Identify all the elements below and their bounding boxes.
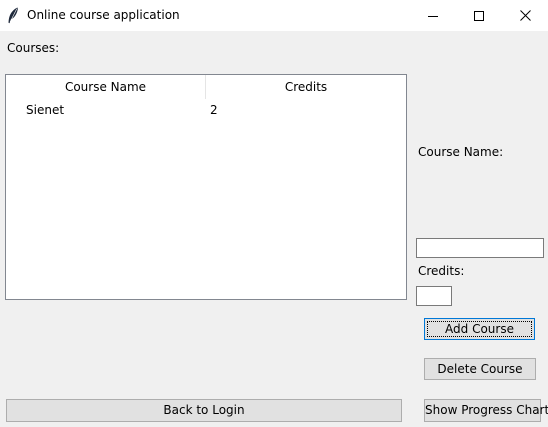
cell-credits: 2 bbox=[210, 103, 218, 117]
courses-table[interactable]: Course Name Credits Sienet 2 bbox=[5, 74, 407, 300]
show-progress-chart-button[interactable]: Show Progress Chart bbox=[424, 399, 548, 422]
add-course-button[interactable]: Add Course bbox=[424, 318, 535, 340]
credits-label: Credits: bbox=[418, 264, 465, 278]
credits-input[interactable] bbox=[416, 286, 452, 306]
close-button[interactable] bbox=[502, 0, 548, 31]
delete-course-button[interactable]: Delete Course bbox=[424, 358, 536, 380]
courses-label: Courses: bbox=[7, 41, 60, 55]
close-icon bbox=[519, 10, 531, 21]
title-bar: Online course application bbox=[0, 0, 548, 31]
feather-icon bbox=[7, 7, 19, 24]
maximize-button[interactable] bbox=[456, 0, 502, 31]
cell-course-name: Sienet bbox=[26, 103, 65, 117]
column-header-credits[interactable]: Credits bbox=[206, 75, 406, 99]
back-to-login-button[interactable]: Back to Login bbox=[6, 399, 402, 422]
maximize-icon bbox=[474, 10, 484, 21]
course-name-label: Course Name: bbox=[418, 145, 504, 159]
minimize-button[interactable] bbox=[410, 0, 456, 31]
minimize-icon bbox=[428, 15, 438, 17]
table-header: Course Name Credits bbox=[6, 75, 406, 99]
column-header-course-name[interactable]: Course Name bbox=[6, 75, 206, 99]
table-row[interactable]: Sienet 2 bbox=[6, 100, 406, 120]
course-name-input[interactable] bbox=[416, 238, 544, 258]
window-title: Online course application bbox=[27, 8, 180, 22]
